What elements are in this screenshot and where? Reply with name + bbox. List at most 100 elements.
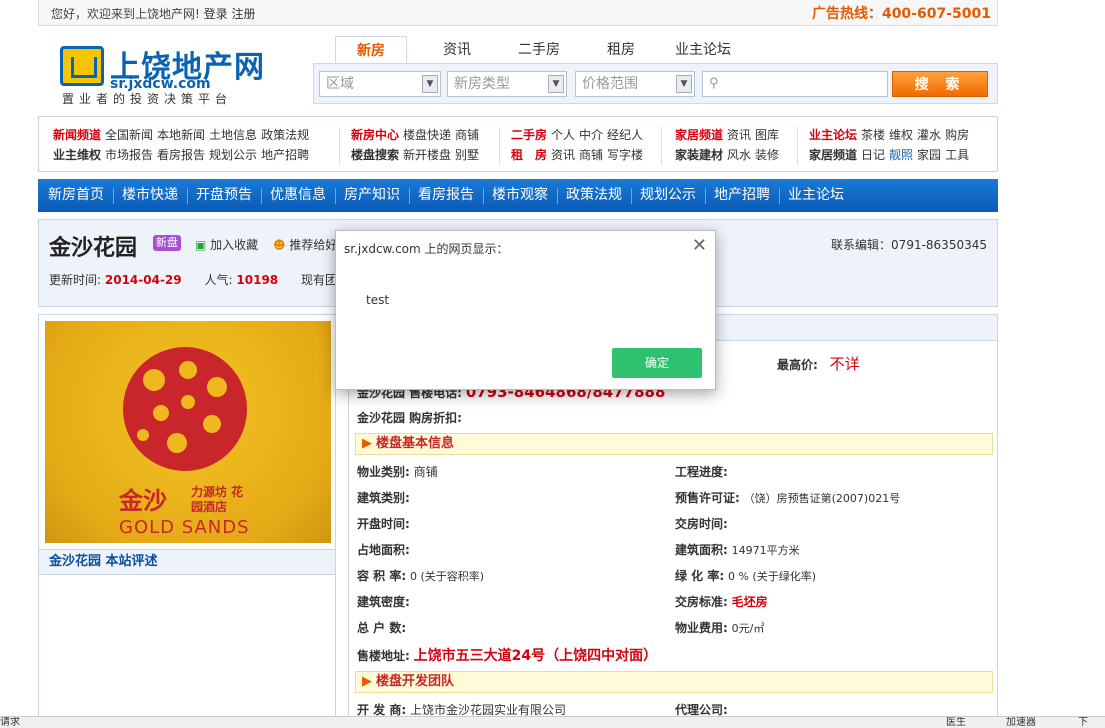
browser-status-bar: 请求 医生 加速器 下: [0, 716, 1105, 728]
nav-item[interactable]: 规划公示: [640, 179, 696, 212]
tab-second-hand[interactable]: 二手房: [503, 36, 575, 64]
channel-head[interactable]: 业主论坛: [809, 128, 857, 142]
welcome-area: 您好，欢迎来到上饶地产网! 登录 注册: [51, 5, 256, 22]
channel-link[interactable]: 日记: [861, 148, 885, 162]
channel-link[interactable]: 图库: [755, 128, 779, 142]
close-icon[interactable]: ✕: [692, 235, 707, 256]
updated-date: 2014-04-29: [104, 273, 182, 287]
info-row: 工程进度:: [675, 463, 728, 480]
channel-link[interactable]: 维权: [889, 128, 913, 142]
channel-link[interactable]: 家园: [917, 148, 941, 162]
nav-item[interactable]: 开盘预告: [196, 179, 252, 212]
channel-link[interactable]: 中介: [579, 128, 603, 142]
info-value[interactable]: 0 % (关于绿化率): [728, 570, 816, 583]
developer-value: 上饶市金沙花园实业有限公司: [409, 703, 566, 717]
nav-item[interactable]: 看房报告: [418, 179, 474, 212]
channel-head[interactable]: 楼盘搜索: [351, 148, 399, 162]
channel-link[interactable]: 购房: [945, 128, 969, 142]
channel-head[interactable]: 家装建材: [675, 148, 723, 162]
channel-link[interactable]: 资讯: [727, 128, 751, 142]
info-row: 物业类别: 商铺: [357, 463, 438, 480]
info-key: 容 积 率:: [357, 569, 407, 583]
recommend-button[interactable]: ☻ 推荐给好: [273, 236, 337, 253]
property-meta: 更新时间: 2014-04-29 人气: 10198 现有团购: [49, 271, 349, 288]
channel-head[interactable]: 家居频道: [809, 148, 857, 162]
divider: [187, 188, 188, 204]
nav-item[interactable]: 地产招聘: [714, 179, 770, 212]
favorite-icon: ▣: [195, 238, 207, 252]
tab-new-house[interactable]: 新房: [335, 36, 407, 64]
info-key: 物业费用:: [675, 621, 728, 635]
channel-head[interactable]: 新房中心: [351, 128, 399, 142]
channel-head[interactable]: 租 房: [511, 148, 547, 162]
channel-link[interactable]: 工具: [945, 148, 969, 162]
section-basic-info: ▶ 楼盘基本信息: [355, 433, 993, 455]
register-link[interactable]: 注册: [231, 7, 255, 21]
nav-item[interactable]: 楼市快递: [122, 179, 178, 212]
channel-head[interactable]: 新闻频道: [53, 128, 101, 142]
channel-group-newhouse: 新房中心 楼盘快递 商铺 楼盘搜索 新开楼盘 别墅: [351, 125, 483, 165]
status-doctor[interactable]: 医生: [946, 717, 966, 728]
info-key: 代理公司:: [675, 703, 728, 717]
channel-link[interactable]: 看房报告: [157, 148, 205, 162]
channel-link[interactable]: 茶楼: [861, 128, 885, 142]
status-accelerator[interactable]: 加速器: [1006, 717, 1036, 728]
channel-link[interactable]: 土地信息: [209, 128, 257, 142]
channel-link[interactable]: 经纪人: [607, 128, 643, 142]
info-value[interactable]: 0 (关于容积率): [410, 570, 484, 583]
property-photo[interactable]: 金沙 力源坊 花园酒店 GOLD SANDS: [45, 321, 331, 543]
channel-link[interactable]: 装修: [755, 148, 779, 162]
search-button[interactable]: 搜 索: [892, 71, 988, 97]
welcome-text: 您好，欢迎来到上饶地产网!: [51, 7, 200, 21]
divider: [499, 127, 500, 165]
channel-link[interactable]: 靓照: [889, 148, 913, 162]
type-select[interactable]: 新房类型 ▼: [447, 71, 567, 97]
divider: [557, 188, 558, 204]
tab-news[interactable]: 资讯: [421, 36, 493, 64]
alert-dialog: sr.jxdcw.com 上的网页显示： ✕ test 确定: [335, 230, 716, 390]
search-icon: ⚲: [709, 76, 719, 91]
status-download[interactable]: 下: [1078, 717, 1088, 728]
add-favorite-button[interactable]: ▣ 加入收藏: [195, 236, 258, 253]
max-price-label: 最高价:: [777, 358, 818, 372]
divider: [631, 188, 632, 204]
tab-rent[interactable]: 租房: [585, 36, 657, 64]
channel-link[interactable]: 商铺: [579, 148, 603, 162]
channel-link[interactable]: 全国新闻: [105, 128, 153, 142]
channel-link[interactable]: 本地新闻: [157, 128, 205, 142]
channel-link[interactable]: 商铺: [455, 128, 479, 142]
status-text: 请求: [0, 717, 20, 728]
tab-forum[interactable]: 业主论坛: [667, 36, 739, 64]
site-logo[interactable]: 上饶地产网 sr.jxdcw.com 置业者的投资决策平台: [58, 40, 268, 106]
nav-item[interactable]: 新房首页: [48, 179, 104, 212]
channel-link[interactable]: 新开楼盘: [403, 148, 451, 162]
area-select[interactable]: 区域 ▼: [319, 71, 441, 97]
channel-link[interactable]: 市场报告: [105, 148, 153, 162]
login-link[interactable]: 登录: [204, 7, 228, 21]
channel-link[interactable]: 灌水: [917, 128, 941, 142]
channel-link[interactable]: 地产招聘: [261, 148, 309, 162]
nav-item[interactable]: 优惠信息: [270, 179, 326, 212]
nav-item[interactable]: 楼市观察: [492, 179, 548, 212]
channel-link[interactable]: 资讯: [551, 148, 575, 162]
channel-link[interactable]: 风水: [727, 148, 751, 162]
channel-head[interactable]: 业主维权: [53, 148, 101, 162]
channel-link[interactable]: 政策法规: [261, 128, 309, 142]
channel-link[interactable]: 楼盘快递: [403, 128, 451, 142]
info-row: 开盘时间:: [357, 515, 410, 532]
channel-head[interactable]: 二手房: [511, 128, 547, 142]
price-select[interactable]: 价格范围 ▼: [575, 71, 695, 97]
channel-link[interactable]: 个人: [551, 128, 575, 142]
info-value: 商铺: [413, 465, 438, 479]
info-key: 开盘时间:: [357, 517, 410, 531]
nav-item[interactable]: 政策法规: [566, 179, 622, 212]
ok-button[interactable]: 确定: [612, 348, 702, 378]
nav-item[interactable]: 业主论坛: [788, 179, 844, 212]
channel-link[interactable]: 写字楼: [607, 148, 643, 162]
search-input[interactable]: ⚲: [702, 71, 888, 97]
channel-link[interactable]: 规划公示: [209, 148, 257, 162]
info-row: 占地面积:: [357, 541, 410, 558]
channel-head[interactable]: 家居频道: [675, 128, 723, 142]
channel-link[interactable]: 别墅: [455, 148, 479, 162]
nav-item[interactable]: 房产知识: [344, 179, 400, 212]
